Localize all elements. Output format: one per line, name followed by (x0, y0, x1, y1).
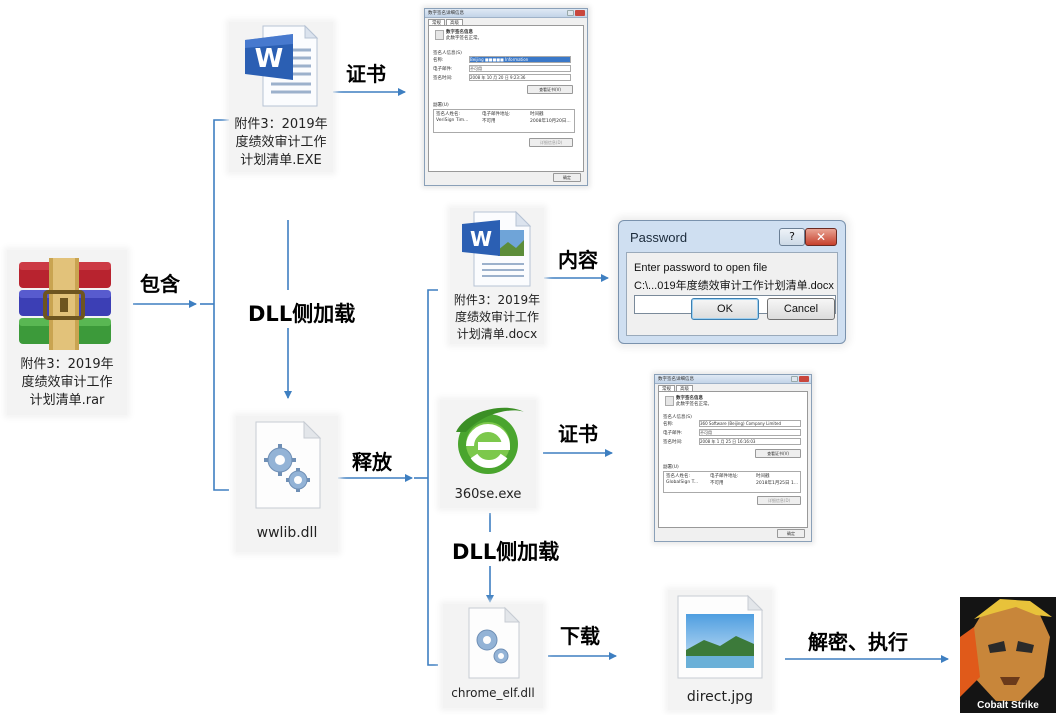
cert1-ok-button[interactable]: 确定 (553, 173, 581, 182)
cert2-title: 数字签名详细信息 (658, 377, 694, 382)
cert1-name-field: Beijing ■■■■■ Information (469, 56, 571, 63)
cert1-details-button[interactable]: 详细信息(D) (529, 138, 573, 147)
rar-node[interactable]: 附件3：2019年 度绩效审计工作 计划清单.rar (7, 250, 127, 415)
dll-gear-icon (255, 420, 322, 509)
cert2-row-name: GlobalSign T... (666, 480, 699, 485)
cert1-col-time: 时间戳 (530, 112, 544, 117)
cert1-time-field: 2008 年 10 月 20 日 9:23:36 (469, 74, 571, 81)
cert2-signer-info: 签名人信息(S) (663, 415, 692, 420)
jpg-label: direct.jpg (686, 689, 754, 705)
cert2-time-field: 2008 年 1 月 25 日 16:16:03 (699, 438, 801, 445)
bracket-left (213, 119, 229, 491)
jpg-node[interactable]: direct.jpg (668, 590, 772, 710)
cert2-help-button[interactable] (791, 376, 798, 382)
cert2-name-label: 名称: (663, 422, 674, 427)
cobalt-strike-logo (960, 597, 1056, 713)
rar-label: 附件3：2019年 度绩效审计工作 计划清单.rar (20, 357, 114, 408)
cert1-title: 数字签名详细信息 (428, 11, 464, 16)
chrome-elf-node[interactable]: chrome_elf.dll (443, 604, 543, 708)
cert2-col-time: 时间戳 (756, 474, 770, 479)
cert2-details-button[interactable]: 详细信息(D) (757, 496, 801, 505)
docx-node[interactable]: W 附件3：2019年 度绩效审计工作 计划清单.docx (450, 208, 544, 344)
cert1-countersig-label: 副署(U) (433, 103, 449, 108)
cert2-email-label: 电子邮件: (663, 431, 683, 436)
password-close-button[interactable]: ✕ (805, 228, 837, 246)
360se-node[interactable]: 360se.exe (440, 400, 536, 508)
360-browser-icon (456, 407, 524, 474)
password-prompt: Enter password to open file (634, 262, 768, 274)
certificate-dialog-2: 数字签名详细信息 常规 高级 数字签名信息 此数字签名正常。 签名人信息(S) 名… (654, 374, 812, 542)
password-ok-button[interactable]: OK (691, 298, 759, 320)
docx-label: 附件3：2019年 度绩效审计工作 计划清单.docx (453, 293, 541, 341)
edge-label-cert2: 证书 (558, 422, 598, 446)
svg-text:W: W (255, 44, 284, 74)
password-cancel-button[interactable]: Cancel (767, 298, 835, 320)
cert1-time-label: 签名时间: (433, 76, 453, 81)
cert1-countersig-list: 签名人姓名: 电子邮件地址: 时间戳 VeriSign Tim... 不可用 2… (433, 109, 575, 133)
cert2-signature-icon (665, 396, 674, 406)
password-help-button[interactable]: ? (779, 228, 805, 246)
cert1-email-label: 电子邮件: (433, 67, 453, 72)
bracket-right (427, 289, 438, 666)
edge-label-decrypt: 解密、执行 (808, 630, 908, 654)
cert1-signer-info: 签名人信息(S) (433, 51, 462, 56)
edge-label-download: 下载 (560, 624, 600, 648)
edge-label-content: 内容 (558, 248, 598, 272)
cert2-email-field: 不可用 (699, 429, 801, 436)
cert1-row-time: 2008年10月20日... (530, 119, 571, 124)
password-dialog: Password ? ✕ Enter password to open file… (618, 220, 846, 344)
cert2-time-label: 签名时间: (663, 440, 683, 445)
cert2-close-button[interactable] (799, 376, 809, 382)
cert2-row-time: 2018年1月25日 1... (756, 481, 799, 486)
cert2-col-email: 电子邮件地址: (710, 474, 739, 479)
cert1-col-email: 电子邮件地址: (482, 112, 511, 117)
edge-label-release: 释放 (352, 450, 392, 474)
edge-label-cert1: 证书 (346, 62, 386, 86)
dll-gear-icon-2 (468, 606, 521, 679)
certificate-dialog-1: 数字签名详细信息 常规 高级 数字签名信息 此数字签名正常。 签名人信息(S) 名… (424, 8, 588, 186)
cobalt-strike-label: Cobalt Strike (977, 700, 1039, 711)
360se-label: 360se.exe (454, 487, 522, 502)
cert1-name-label: 名称: (433, 58, 444, 63)
svg-text:W: W (470, 227, 492, 251)
image-file-icon (677, 594, 764, 679)
wwlib-node[interactable]: wwlib.dll (236, 416, 338, 552)
winrar-icon (19, 258, 111, 350)
password-dialog-title: Password (630, 230, 688, 245)
cert2-ok-button[interactable]: 确定 (777, 529, 805, 538)
edge-label-sideload1: DLL侧加载 (248, 302, 356, 326)
cert2-row-email: 不可用 (710, 481, 724, 486)
cert1-view-cert-button[interactable]: 查看证书(V) (527, 85, 573, 94)
cert1-close-button[interactable] (575, 10, 585, 16)
cert2-countersig-label: 副署(U) (663, 465, 679, 470)
exe-label: 附件3：2019年 度绩效审计工作 计划清单.EXE (234, 117, 328, 168)
word-document-icon: W (245, 24, 319, 107)
cert1-col-name: 签名人姓名: (436, 112, 461, 117)
cert1-help-button[interactable] (567, 10, 574, 16)
chrome-elf-label: chrome_elf.dll (451, 686, 535, 700)
exe-node[interactable]: W 附件3：2019年 度绩效审计工作 计划清单.EXE (229, 22, 333, 172)
password-file-path: C:\...019年度绩效审计工作计划清单.docx (634, 280, 834, 292)
cert2-view-cert-button[interactable]: 查看证书(V) (755, 449, 801, 458)
cert1-signature-icon (435, 30, 444, 40)
cert1-row-name: VeriSign Tim... (436, 118, 469, 123)
edge-label-contains: 包含 (140, 272, 180, 296)
cert1-subheading: 此数字签名正常。 (446, 36, 482, 41)
wwlib-label: wwlib.dll (256, 525, 318, 541)
word-docx-icon: W (462, 210, 532, 287)
cert2-subheading: 此数字签名正常。 (676, 402, 712, 407)
cert1-email-field: 不可用 (469, 65, 571, 72)
cert1-row-email: 不可用 (482, 119, 496, 124)
cert2-col-name: 签名人姓名: (666, 474, 691, 479)
cobalt-strike-node[interactable]: Cobalt Strike (960, 597, 1056, 713)
cert2-name-field: 360 Software (Beijing) Company Limited (699, 420, 801, 427)
edge-label-sideload2: DLL侧加载 (452, 540, 560, 564)
cert2-countersig-list: 签名人姓名: 电子邮件地址: 时间戳 GlobalSign T... 不可用 2… (663, 471, 801, 493)
